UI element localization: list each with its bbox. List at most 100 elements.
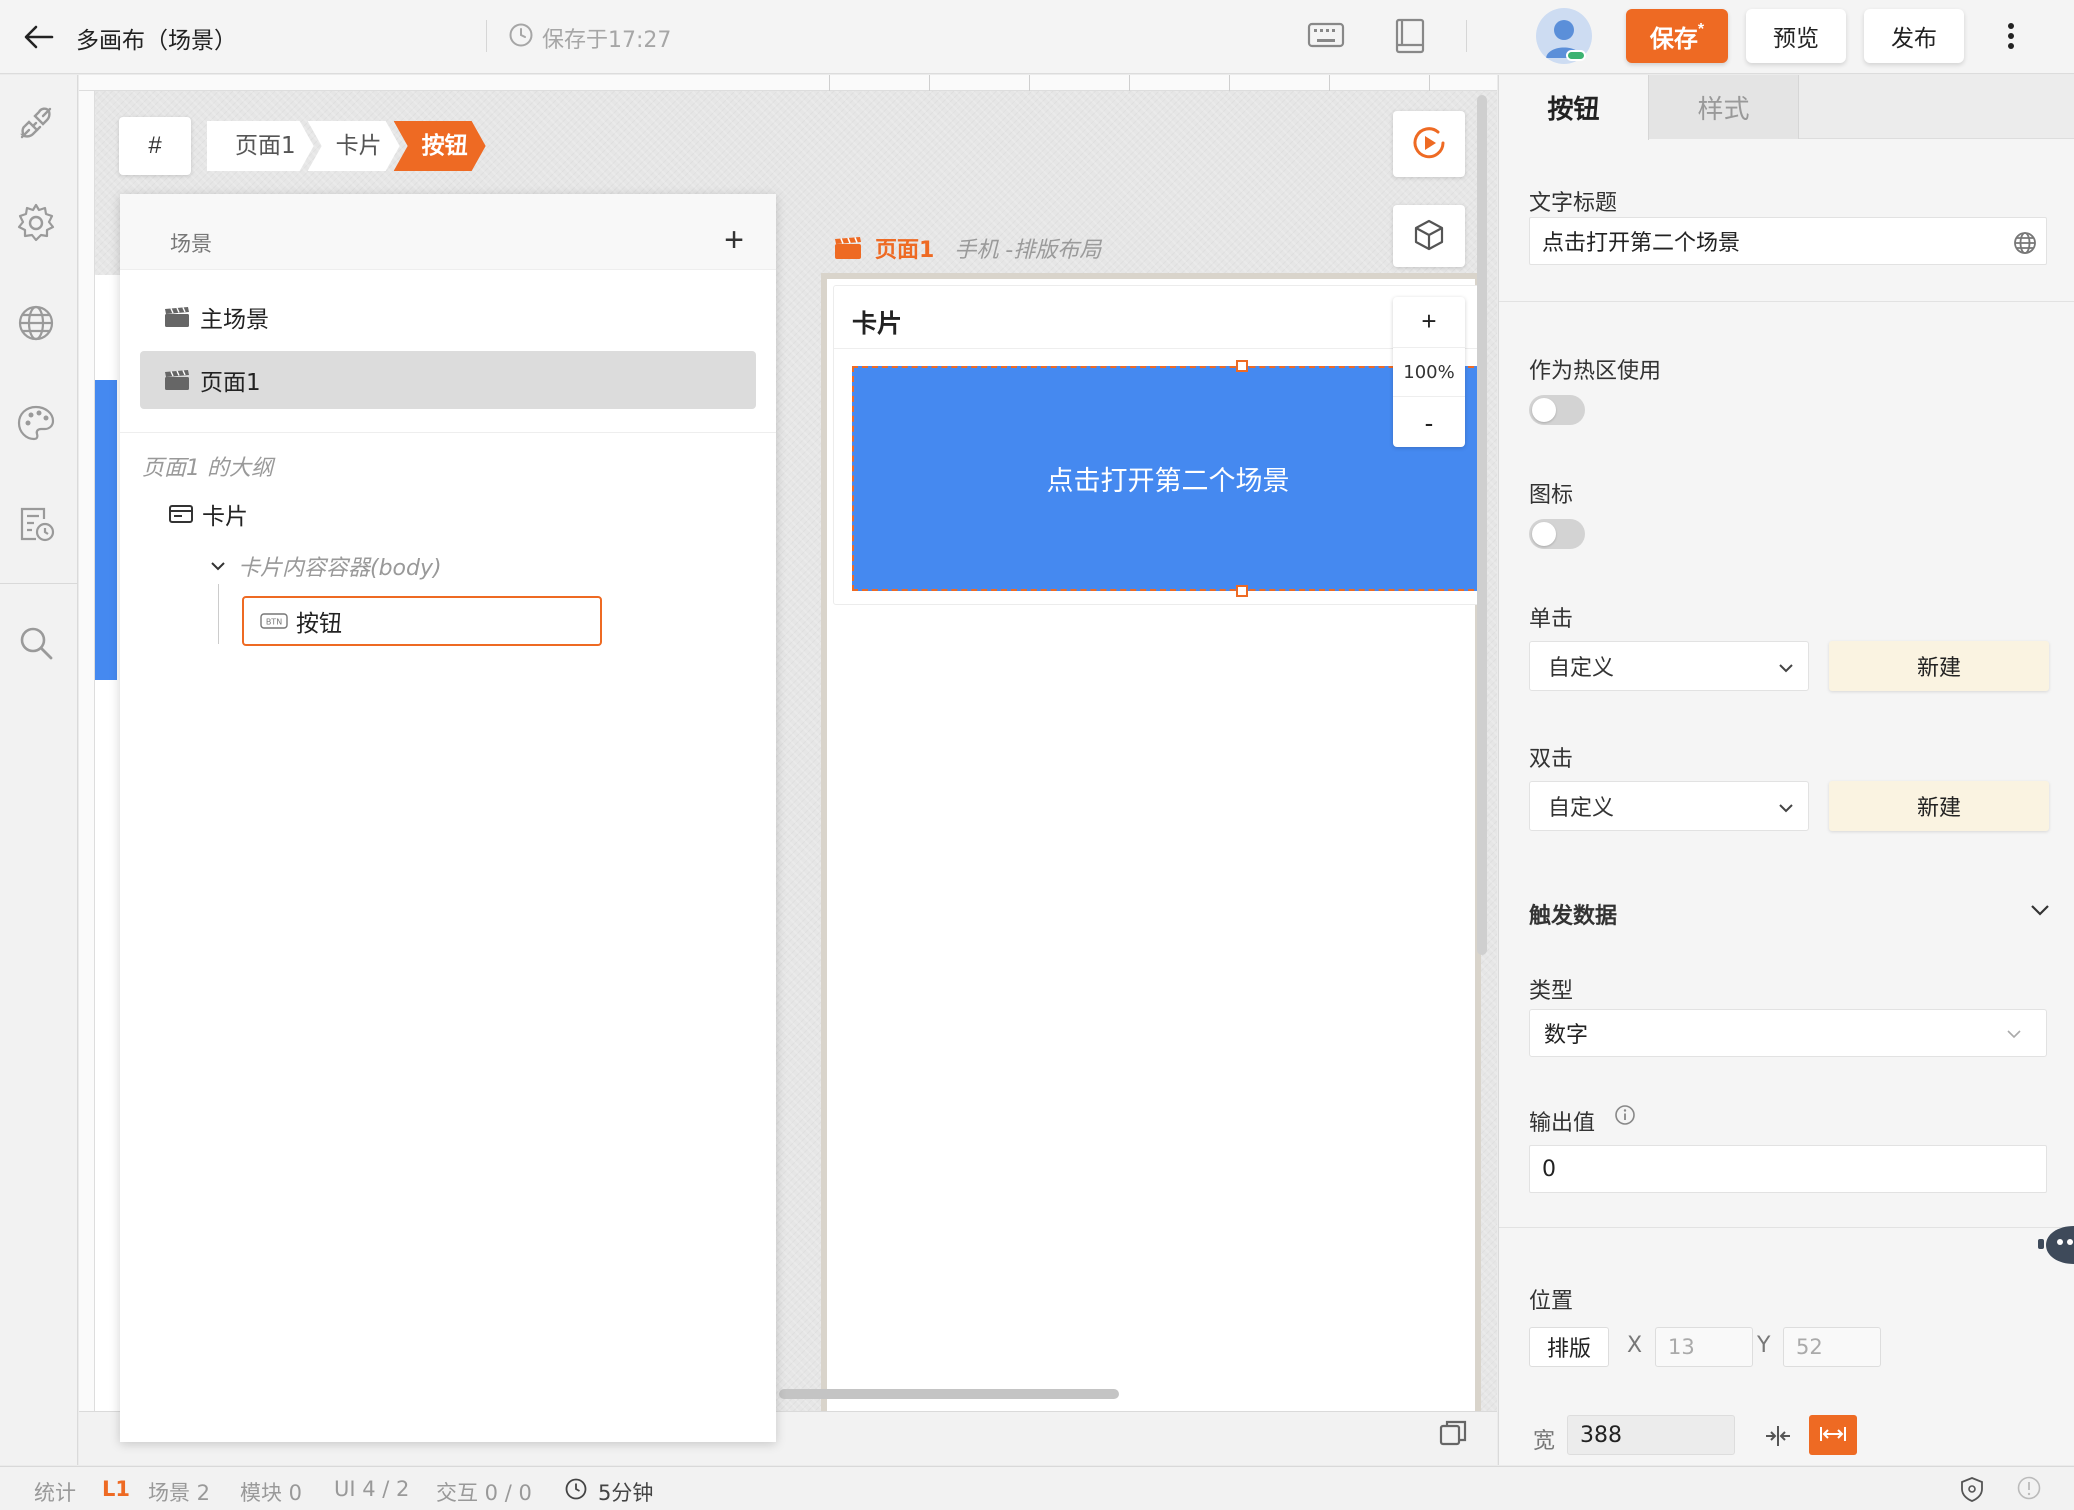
clock-icon	[509, 23, 533, 47]
zoom-in-button[interactable]: +	[1393, 297, 1465, 345]
chevron-down-icon[interactable]	[2027, 897, 2053, 923]
preview-button[interactable]: 预览	[1746, 9, 1846, 63]
vertical-scrollbar[interactable]	[1477, 95, 1487, 955]
breadcrumb-item-card[interactable]: 卡片	[308, 121, 400, 171]
dblclick-new-button[interactable]: 新建	[1829, 781, 2049, 831]
phone-page[interactable]: 卡片 点击打开第二个场景	[821, 273, 1484, 1463]
trigger-data-title[interactable]: 触发数据	[1529, 898, 1617, 930]
play-circle-icon	[1413, 126, 1445, 158]
cube-icon	[1414, 219, 1444, 250]
type-select[interactable]: 数字	[1529, 1009, 2047, 1057]
y-value: 52	[1796, 1335, 1823, 1359]
tab-button-props[interactable]: 按钮	[1499, 75, 1649, 140]
save-label: 保存	[1649, 25, 1698, 53]
schedule-list-icon[interactable]	[14, 501, 58, 545]
selected-button-component[interactable]: 点击打开第二个场景	[852, 366, 1484, 591]
x-label: X	[1627, 1333, 1643, 1358]
ruler-tick	[1229, 75, 1230, 91]
layout-mode-button[interactable]: 排版	[1529, 1327, 1609, 1367]
info-icon[interactable]	[1614, 1104, 1636, 1126]
breadcrumb-item-page[interactable]: 页面1	[207, 121, 314, 171]
book-icon[interactable]	[1390, 16, 1430, 56]
globe-icon[interactable]	[2012, 230, 2038, 256]
icon-toggle[interactable]	[1529, 519, 1585, 549]
output-input[interactable]: 0	[1529, 1145, 2047, 1193]
type-label: 类型	[1529, 979, 1574, 1004]
svg-text:BTN: BTN	[266, 618, 282, 627]
x-value: 13	[1668, 1335, 1695, 1359]
add-scene-button[interactable]: +	[714, 220, 754, 260]
clapperboard-icon	[165, 370, 189, 390]
globe-icon[interactable]	[14, 301, 58, 345]
y-input[interactable]: 52	[1783, 1327, 1881, 1367]
resize-handle-top[interactable]	[1236, 360, 1248, 372]
click-new-button[interactable]: 新建	[1829, 641, 2049, 691]
search-icon[interactable]	[14, 621, 58, 665]
scene-item-page1[interactable]: 页面1	[140, 351, 756, 409]
toggle-knob	[1532, 398, 1556, 422]
online-status-dot	[1566, 50, 1586, 61]
status-bar: 统计 L1 场景 2 模块 0 UI 4 / 2 交互 0 / 0 5分钟	[0, 1466, 2074, 1510]
click-action-value: 自定义	[1548, 656, 1615, 681]
copy-icon[interactable]	[1435, 1415, 1471, 1451]
divider	[1466, 20, 1467, 52]
x-input[interactable]: 13	[1655, 1327, 1753, 1367]
chevron-down-icon	[1779, 804, 1793, 813]
outline-node-label: 按钮	[296, 611, 342, 637]
ruler-tick	[1329, 75, 1330, 91]
scene-header: 场景 +	[120, 194, 776, 270]
dblclick-action-value: 自定义	[1548, 796, 1615, 821]
shield-icon[interactable]	[1958, 1475, 1986, 1503]
unsaved-mark: *	[1697, 20, 1705, 38]
breadcrumb-item-button[interactable]: 按钮	[394, 121, 486, 171]
text-title-value: 点击打开第二个场景	[1542, 231, 1741, 256]
output-label: 输出值	[1529, 1111, 1596, 1136]
page-label: 页面1 手机 -排版布局	[833, 233, 1101, 263]
zoom-out-button[interactable]: -	[1393, 399, 1465, 447]
outline-node-card[interactable]: 卡片	[168, 494, 248, 534]
horizontal-scrollbar[interactable]	[779, 1389, 1119, 1399]
outline-node-button[interactable]: BTN 按钮	[242, 596, 602, 646]
scene-item-label: 页面1	[200, 370, 261, 396]
info-icon[interactable]	[2016, 1475, 2042, 1501]
fit-width-icon[interactable]	[1763, 1421, 1793, 1451]
card-icon	[169, 505, 193, 523]
back-arrow-icon[interactable]	[22, 20, 56, 54]
run-preview-button[interactable]	[1393, 111, 1465, 177]
chevron-down-icon[interactable]	[208, 556, 228, 576]
page-layout-mode: 手机 -排版布局	[954, 238, 1102, 263]
assistant-robot-icon[interactable]	[2036, 1222, 2074, 1268]
plugin-icon[interactable]	[14, 101, 58, 145]
scene-item-main[interactable]: 主场景	[140, 288, 756, 346]
dblclick-action-select[interactable]: 自定义	[1529, 781, 1809, 831]
3d-view-button[interactable]	[1393, 205, 1465, 267]
width-value: 388	[1580, 1422, 1622, 1448]
outline-node-body[interactable]: 卡片内容容器(body)	[238, 550, 442, 582]
hotspot-toggle[interactable]	[1529, 395, 1585, 425]
clapperboard-icon	[835, 237, 861, 259]
level-indicator[interactable]: L1	[102, 1477, 130, 1501]
root-hash-button[interactable]: #	[119, 117, 191, 175]
click-action-select[interactable]: 自定义	[1529, 641, 1809, 691]
width-input[interactable]: 388	[1567, 1415, 1735, 1455]
divider	[1499, 301, 2074, 302]
save-button[interactable]: 保存*	[1626, 9, 1728, 63]
top-bar: 多画布（场景） 保存于17:27 保存* 预览 发布	[0, 0, 2074, 74]
chevron-down-icon	[2007, 1030, 2021, 1039]
more-vertical-icon[interactable]	[1996, 14, 2026, 58]
text-title-input[interactable]: 点击打开第二个场景	[1529, 217, 2047, 265]
palette-icon[interactable]	[14, 401, 58, 445]
settings-gear-icon[interactable]	[14, 201, 58, 245]
card-component[interactable]: 卡片 点击打开第二个场景	[833, 285, 1484, 605]
resize-handle-bottom[interactable]	[1236, 585, 1248, 597]
divider	[0, 583, 78, 584]
stretch-width-button[interactable]	[1809, 1415, 1857, 1455]
document-title[interactable]: 多画布（场景）	[76, 21, 237, 55]
divider	[486, 20, 487, 52]
tab-style[interactable]: 样式	[1649, 75, 1799, 139]
scene-item-label: 主场景	[200, 307, 269, 333]
publish-button[interactable]: 发布	[1864, 9, 1964, 63]
breadcrumb: 页面1 卡片 按钮	[207, 121, 480, 171]
toggle-knob	[1532, 522, 1556, 546]
keyboard-icon[interactable]	[1306, 18, 1346, 54]
